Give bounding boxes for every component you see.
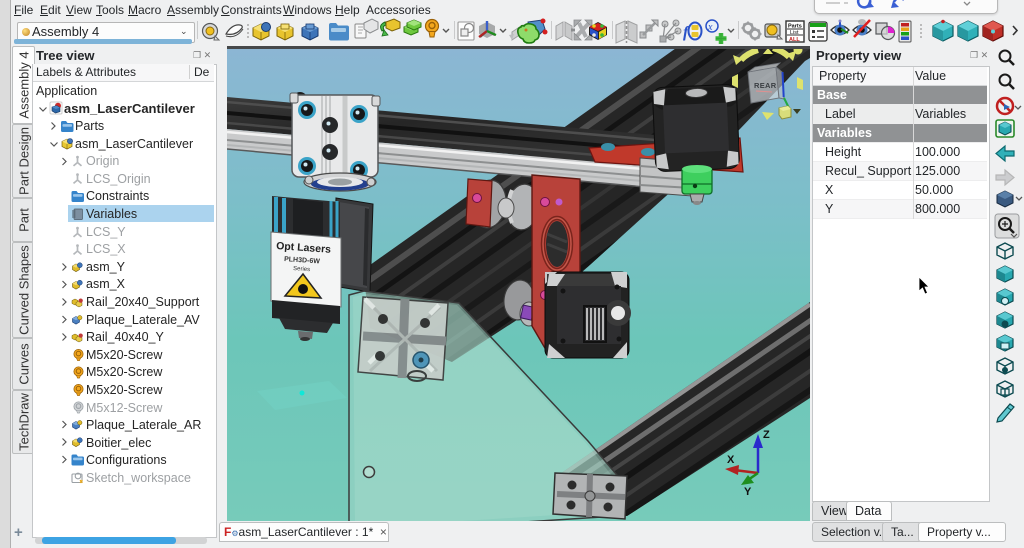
- svg-text:ALL: ALL: [789, 37, 800, 43]
- svg-text:Series: Series: [293, 266, 310, 273]
- svg-text:REAR: REAR: [754, 81, 777, 90]
- svg-text:X: X: [727, 454, 735, 466]
- svg-text:x: x: [707, 22, 713, 33]
- svg-text:Y: Y: [744, 486, 752, 498]
- svg-text:Z: Z: [763, 429, 770, 441]
